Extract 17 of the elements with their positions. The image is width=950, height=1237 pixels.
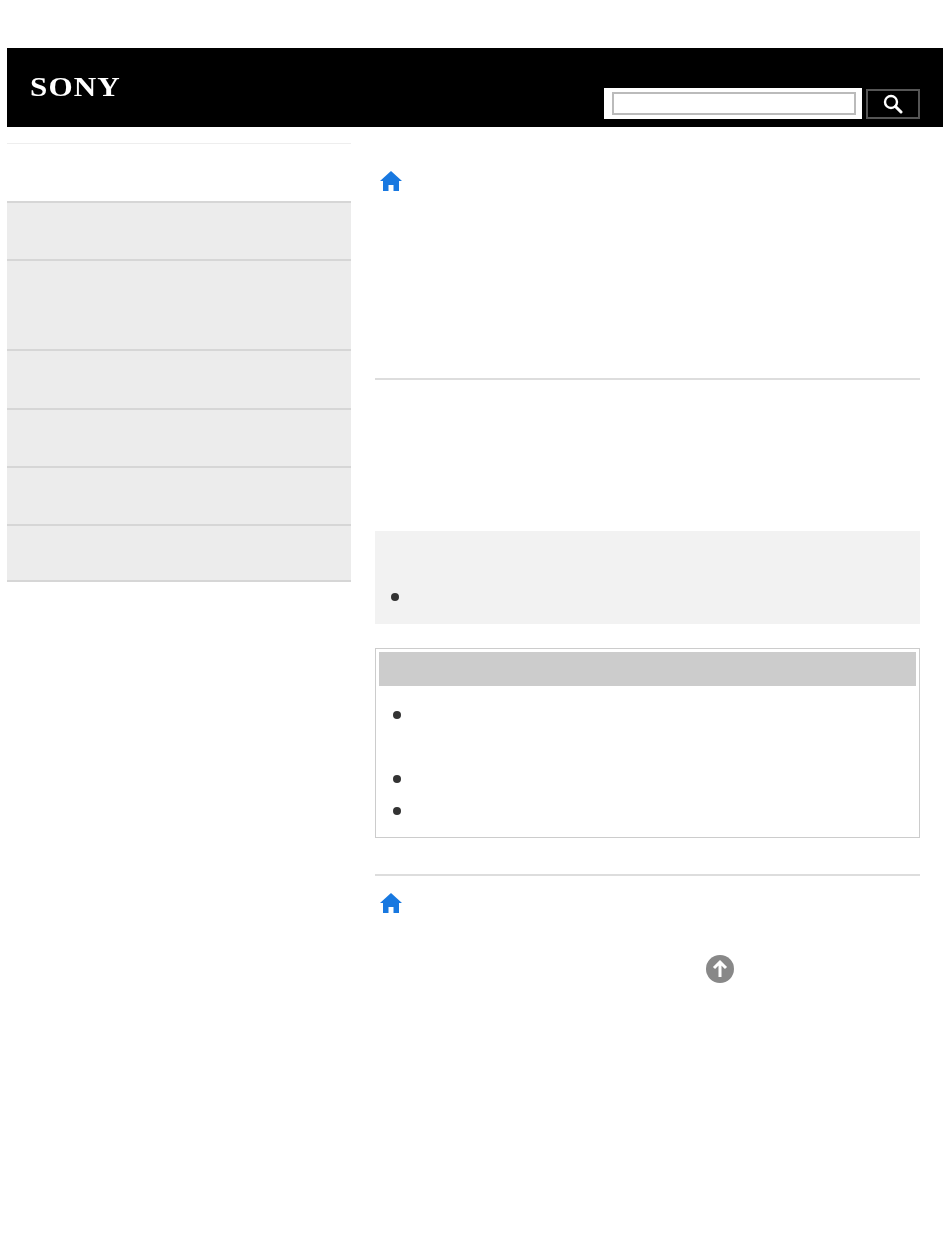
sidebar-item[interactable] bbox=[7, 524, 351, 582]
bullet-icon bbox=[391, 593, 399, 601]
search-field[interactable] bbox=[612, 92, 856, 115]
back-to-top-icon[interactable] bbox=[706, 955, 734, 983]
bullet-icon bbox=[393, 807, 401, 815]
sidebar-item[interactable] bbox=[7, 408, 351, 466]
home-icon[interactable] bbox=[380, 893, 402, 913]
search-icon bbox=[883, 94, 903, 114]
sidebar-item[interactable] bbox=[7, 349, 351, 408]
logo[interactable]: SONY bbox=[30, 72, 121, 102]
sidebar-item[interactable] bbox=[7, 466, 351, 524]
home-icon[interactable] bbox=[380, 171, 402, 191]
sidebar-item[interactable] bbox=[7, 259, 351, 349]
search-button[interactable] bbox=[866, 89, 920, 119]
bullet-icon bbox=[393, 775, 401, 783]
sidebar-item[interactable] bbox=[7, 201, 351, 259]
bullet-icon bbox=[393, 711, 401, 719]
